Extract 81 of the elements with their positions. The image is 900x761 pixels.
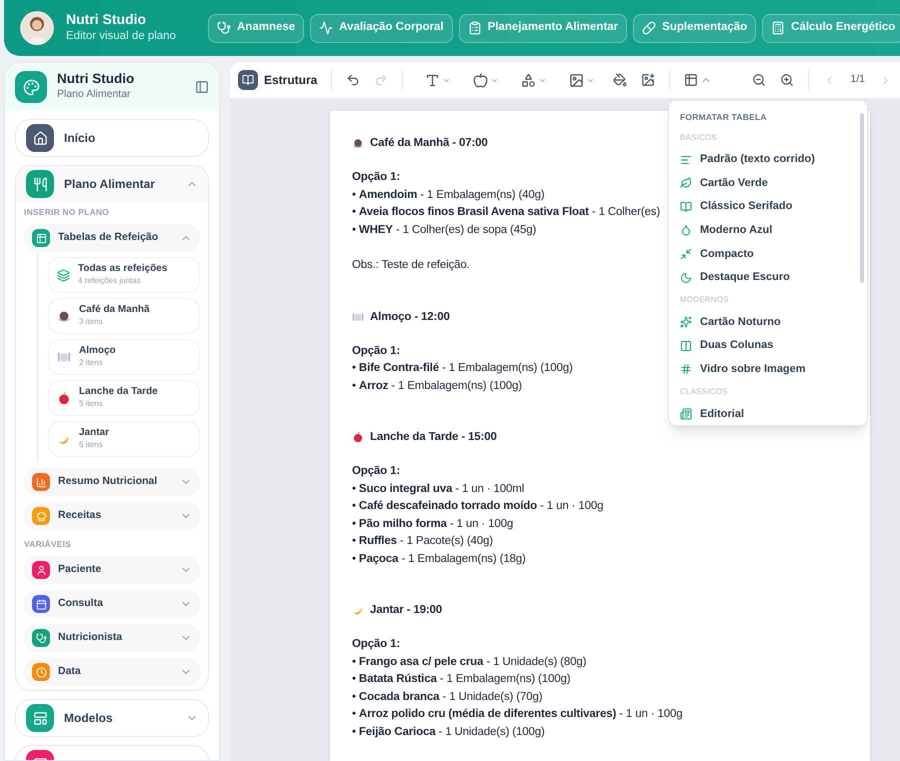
meal-table-card[interactable]: Jantar 5 itens [48,421,200,457]
food-item: • Arroz polido cru (média de diferentes cultivares) - 1 un · 100g [352,707,682,722]
food-item: • Bife Contra-filé - 1 Embalagem(ns) (100g) [352,361,573,376]
sidebar-subitem[interactable]: Resumo Nutricional [24,468,200,496]
food-item: • Batata Rústica - 1 Embalagem(ns) (100g) [352,672,570,687]
food-item: • Suco integral uva - 1 un · 100ml [352,482,524,496]
meal-table-title: Todas as refeições [78,263,168,275]
subitem-label: Data [58,664,82,680]
food-item: • Paçoca - 1 Embalagem(ns) (18g) [352,552,526,566]
meal-table-title: Jantar [79,427,110,439]
menu-item[interactable]: Clássico Serifado [680,194,851,219]
meal-note: Obs.: Teste de refeição. [352,258,470,273]
section-heading: INSERIR NO PLANO [24,206,110,218]
menu-item[interactable]: Cartão Verde [680,171,851,195]
meal-table-count: 5 itens [79,439,104,451]
menu-item[interactable]: Padrão (texto corrido) [680,148,851,172]
menu-item[interactable]: Moderno Azul [680,218,851,242]
sidebar-subitem[interactable]: Data [24,658,200,686]
meal-table-count: 5 itens [79,398,104,410]
sidebar-item-label: Início [64,130,96,147]
meal-table-title: Lanche da Tarde [79,386,158,398]
sidebar-subitem[interactable]: Consulta [24,590,200,618]
food-item: • Amendoim - 1 Embalagem(ns) (40g) [352,188,545,202]
food-item: • Arroz - 1 Embalagem(ns) (100g) [352,378,522,394]
meal-table-card[interactable]: Almoço 2 itens [48,339,200,375]
subitem-label: Receitas [58,508,102,524]
meal-table-title: Almoço [79,345,116,357]
sidebar-subitem[interactable]: Paciente [24,556,200,584]
meal-table-count: 3 itens [79,316,104,328]
meal-table-card[interactable]: Café da Manhã 3 itens [48,298,200,334]
meal-table-card[interactable]: Todas as refeições 4 refeições juntas [48,257,200,293]
food-item: • Café descafeinado torrado moído - 1 un · 100g [352,499,604,514]
food-item: • Frango asa c/ pele crua - 1 Unidade(s) (80g) [352,654,586,670]
meal-heading: Lanche da Tarde - 15:00 [370,430,497,445]
page-indicator: 1/1 [850,72,865,88]
sidebar-subitem[interactable]: Nutricionista [24,624,200,652]
food-item: • Feijão Carioca - 1 Unidade(s) (100g) [352,724,545,740]
sidebar-item-label: Plano Alimentar [64,176,156,193]
menu-item[interactable]: Destaque Escuro [680,266,851,290]
meal-heading: Café da Manhã - 07:00 [370,136,488,151]
sidebar-item[interactable]: Modelos [16,700,208,736]
structure-button[interactable]: Estrutura [238,70,318,90]
subitem-label: Tabelas de Refeição [58,230,160,246]
meal-table-count: 2 itens [79,357,104,369]
subitem-label: Nutricionista [58,630,124,646]
app-subtitle: Editor visual de plano [66,29,177,44]
option-heading: Opção 1: [352,344,400,358]
sidebar-item[interactable]: Plano Alimentar [16,166,208,202]
sidebar-title: Nutri Studio [57,71,136,88]
option-heading: Opção 1: [352,464,400,479]
app-title: Nutri Studio [66,10,148,28]
sidebar-subtitle: Plano Alimentar [57,87,132,102]
subitem-label: Consulta [58,596,104,612]
meal-table-count: 4 refeições juntas [78,275,142,287]
food-item: • WHEY - 1 Colher(es) de sopa (45g) [352,222,536,238]
food-item: • Cocada branca - 1 Unidade(s) (70g) [352,690,542,704]
section-heading: VARIÁVEIS [24,538,72,550]
food-item: • Pão milho forma - 1 un · 100g [352,516,514,532]
meal-heading: Jantar - 19:00 [370,603,442,618]
sidebar-item[interactable]: Início [16,120,208,156]
meal-table-title: Café da Manhã [79,304,150,316]
option-heading: Opção 1: [352,637,400,652]
menu-section-heading: MODERNOS [680,294,730,306]
sidebar-subitem[interactable]: Receitas [24,502,200,530]
food-item: • Aveia flocos finos Brasil Avena sativa Float - 1 Colher(es) [352,205,660,220]
menu-item[interactable]: Cartão Noturno [680,310,851,334]
option-heading: Opção 1: [352,170,400,185]
menu-item[interactable]: Duas Colunas [680,334,851,358]
meal-heading: Almoço - 12:00 [370,310,450,324]
menu-item[interactable]: Compacto [680,242,851,266]
menu-section-heading: BÁSICOS [680,132,718,144]
menu-item[interactable]: Editorial [680,402,851,425]
sidebar-item-label: Modelos [64,710,114,727]
sidebar-subitem[interactable]: Tabelas de Refeição [24,224,200,252]
subitem-label: Paciente [58,562,102,578]
menu-item[interactable]: Vidro sobre Imagem [680,358,851,382]
menu-section-heading: CLÁSSICOS [680,386,729,398]
menu-title: FORMATAR TABELA [680,111,768,124]
meal-table-card[interactable]: Lanche da Tarde 5 itens [48,380,200,416]
food-item: • Ruffles - 1 Pacote(s) (40g) [352,534,493,549]
subitem-label: Resumo Nutricional [58,474,158,490]
